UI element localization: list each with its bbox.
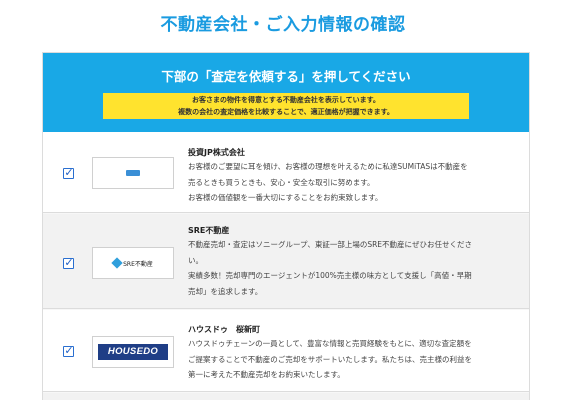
sre-mark-icon <box>111 257 123 269</box>
company-logo: HOUSEDO <box>92 336 174 368</box>
company-row[interactable]: ✓ HOUSEDO ハウスドゥ 桜新町 ハウスドゥチェーンの一員として、豊富な情… <box>43 310 529 392</box>
company-description: ハウスドゥチェーンの一員として、豊富な情報と売買経験をもとに、適切な査定額を ご… <box>188 336 508 383</box>
check-icon: ✓ <box>64 166 74 179</box>
company-checkbox[interactable]: ✓ <box>63 256 74 269</box>
description-line: ご提案することで不動産のご売却をサポートいたします。私たちは、売主様の利益を <box>188 354 473 364</box>
sumitas-logo-icon <box>126 170 140 176</box>
description-line: 売るときも買うときも、安心・安全な取引に努めます。 <box>188 177 375 187</box>
company-checkbox[interactable]: ✓ <box>63 344 74 357</box>
description-line: い。 <box>188 255 203 265</box>
sre-logo: SRE不動産 <box>111 257 153 269</box>
description-line: お客様の価値観を一番大切にすることをお約束致します。 <box>188 193 383 202</box>
description-line: 不動産売却・査定はソニーグループ、東証一部上場のSRE不動産にぜひお任せくださ <box>188 240 473 249</box>
company-description: 不動産売却・査定はソニーグループ、東証一部上場のSRE不動産にぜひお任せくださ … <box>188 237 508 299</box>
company-name: SRE不動産 <box>188 226 230 235</box>
panel-header-title: 下部の「査定を依頼する」を押してください <box>161 69 411 84</box>
notice-line-1: お客さまの物件を得意とする不動産会社を表示しています。 <box>192 96 380 104</box>
company-list-panel: 下部の「査定を依頼する」を押してください お客さまの物件を得意とする不動産会社を… <box>42 52 530 400</box>
company-name: ハウスドゥ 桜新町 <box>188 325 260 334</box>
description-line: 実績多数！売却専門のエージェントが100%売主様の味方として支援し「高値・早期 <box>188 271 472 280</box>
sre-logo-text: SRE不動産 <box>123 260 153 268</box>
check-icon: ✓ <box>64 256 74 269</box>
description-line: 売却」を追求します。 <box>188 286 263 296</box>
company-row[interactable]: ✓ 投資JP株式会社 お客様のご要望に耳を傾け、お客様の理想を叶えるために私達S… <box>43 132 529 213</box>
company-description: お客様のご要望に耳を傾け、お客様の理想を叶えるために私達SUMiTASは不動産を… <box>188 159 508 206</box>
company-row[interactable]: ✓ SRE不動産 SRE不動産 不動産売却・査定はソニーグループ、東証一部上場の… <box>43 214 529 309</box>
panel-header: 下部の「査定を依頼する」を押してください お客さまの物件を得意とする不動産会社を… <box>43 53 529 132</box>
company-name: 投資JP株式会社 <box>188 148 245 157</box>
notice-line-2: 複数の会社の査定価格を比較することで、適正価格が把握できます。 <box>178 108 394 116</box>
company-row[interactable] <box>43 393 529 400</box>
company-logo: SRE不動産 <box>92 247 174 279</box>
company-checkbox[interactable]: ✓ <box>63 166 74 179</box>
page-title: 不動産会社・ご入力情報の確認 <box>160 15 406 35</box>
description-line: 第一に考えた不動産売却をお約束いたします。 <box>188 370 345 379</box>
company-logo <box>92 157 174 189</box>
description-line: ハウスドゥチェーンの一員として、豊富な情報と売買経験をもとに、適切な査定額を <box>188 339 472 348</box>
housedo-logo: HOUSEDO <box>98 344 168 360</box>
notice-banner: お客さまの物件を得意とする不動産会社を表示しています。 複数の会社の査定価格を比… <box>103 93 469 119</box>
description-line: お客様のご要望に耳を傾け、お客様の理想を叶えるために私達SUMiTASは不動産を <box>188 162 468 171</box>
check-icon: ✓ <box>64 344 74 357</box>
